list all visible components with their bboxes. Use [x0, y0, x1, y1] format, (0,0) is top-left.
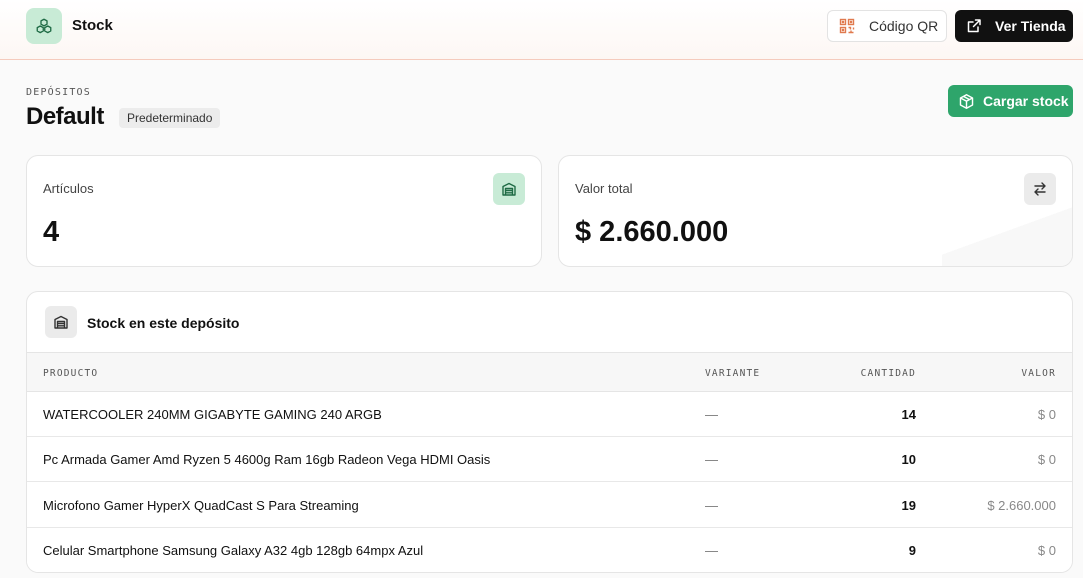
value-cell: $ 0	[1037, 407, 1056, 422]
qr-code-icon	[839, 18, 855, 34]
value-cell: $ 0	[1037, 543, 1056, 558]
value-cell: $ 2.660.000	[987, 498, 1056, 513]
table-column-headers: PRODUCTO VARIANTE CANTIDAD VALOR	[27, 353, 1072, 392]
variant-cell: —	[705, 452, 718, 467]
swap-arrows-icon	[1024, 173, 1056, 205]
load-stock-button[interactable]: Cargar stock	[948, 85, 1073, 117]
column-header-value[interactable]: VALOR	[1021, 368, 1056, 379]
view-store-button[interactable]: Ver Tienda	[955, 10, 1073, 42]
load-stock-label: Cargar stock	[983, 93, 1069, 109]
page-header-title: Stock	[72, 17, 113, 34]
quantity-cell: 10	[901, 452, 916, 467]
table-row[interactable]: Celular Smartphone Samsung Galaxy A32 4g…	[27, 528, 1072, 572]
view-store-label: Ver Tienda	[995, 18, 1066, 34]
stat-value: $ 2.660.000	[575, 216, 729, 248]
product-name: Celular Smartphone Samsung Galaxy A32 4g…	[43, 543, 424, 558]
quantity-cell: 9	[908, 543, 916, 558]
top-bar: Stock Código QR Ver Tienda	[0, 0, 1083, 60]
table-row[interactable]: Pc Armada Gamer Amd Ryzen 5 4600g Ram 16…	[27, 437, 1072, 482]
product-name: Microfono Gamer HyperX QuadCast S Para S…	[43, 498, 359, 513]
stat-value: 4	[43, 216, 60, 248]
quantity-cell: 19	[901, 498, 916, 513]
brand-logo[interactable]	[26, 8, 62, 44]
product-name: Pc Armada Gamer Amd Ryzen 5 4600g Ram 16…	[43, 452, 491, 467]
column-header-quantity[interactable]: CANTIDAD	[861, 368, 916, 379]
variant-cell: —	[705, 543, 718, 558]
table-title: Stock en este depósito	[87, 315, 240, 331]
warehouse-icon	[45, 306, 77, 338]
table-card-header: Stock en este depósito	[27, 292, 1072, 353]
warehouse-icon	[493, 173, 525, 205]
cubes-icon	[36, 18, 52, 34]
page-title: Default	[26, 103, 104, 130]
variant-cell: —	[705, 498, 718, 513]
table-row[interactable]: Microfono Gamer HyperX QuadCast S Para S…	[27, 483, 1072, 528]
stat-label: Artículos	[43, 181, 94, 196]
breadcrumb[interactable]: DEPÓSITOS	[26, 87, 91, 98]
package-icon	[959, 93, 974, 109]
decorative-shape	[942, 196, 1072, 266]
default-badge: Predeterminado	[119, 108, 221, 128]
articles-stat-card: Artículos 4	[26, 155, 542, 267]
qr-code-label: Código QR	[869, 18, 939, 34]
column-header-variant[interactable]: VARIANTE	[705, 368, 760, 379]
external-link-icon	[967, 19, 981, 33]
stat-label: Valor total	[575, 181, 633, 196]
product-name: WATERCOOLER 240MM GIGABYTE GAMING 240 AR…	[43, 407, 382, 422]
column-header-product[interactable]: PRODUCTO	[43, 368, 98, 379]
quantity-cell: 14	[901, 407, 916, 422]
stock-table-card: Stock en este depósito PRODUCTO VARIANTE…	[26, 291, 1073, 573]
total-value-stat-card: Valor total $ 2.660.000	[558, 155, 1073, 267]
value-cell: $ 0	[1037, 452, 1056, 467]
qr-code-button[interactable]: Código QR	[827, 10, 947, 42]
table-row[interactable]: WATERCOOLER 240MM GIGABYTE GAMING 240 AR…	[27, 392, 1072, 437]
variant-cell: —	[705, 407, 718, 422]
